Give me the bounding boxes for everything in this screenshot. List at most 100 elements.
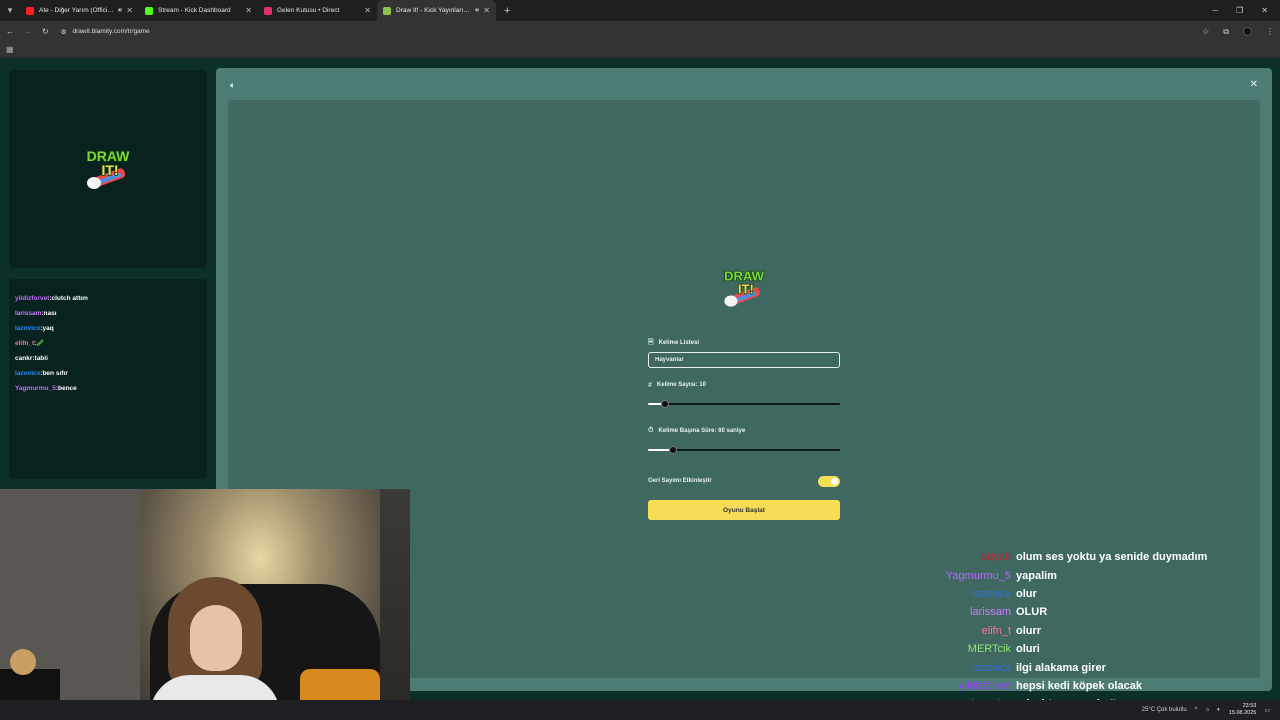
chat-message: lazovicx:yaq	[15, 325, 201, 340]
chat-username: cankr	[15, 355, 33, 362]
address-bar-actions: ☆ ⧉ ⋮	[1202, 27, 1274, 37]
chat-message: cankr:tabii	[15, 355, 201, 370]
url-text: drawit.blamity.com/tr/game	[72, 28, 150, 35]
overlay-chat-message: yildizforvet hepsi kedi köpek olacak	[900, 677, 1260, 695]
tab-list: Ate - Diğer Yarım (Official V 🔊︎ ✕ Stream -…	[20, 0, 496, 21]
browser-tab-strip: ▾ Ate - Diğer Yarım (Official V 🔊︎ ✕ Stream…	[0, 0, 1280, 21]
start-game-button[interactable]: Oyunu Başlat	[648, 500, 840, 520]
chat-message: Yagmurmu_5:bence	[15, 385, 201, 400]
overlay-chat-text: OLUR	[1016, 606, 1048, 619]
tab-label: Gelen Kutusu • Direct	[277, 7, 340, 14]
browser-menu-icon[interactable]: ⋮	[1266, 27, 1274, 36]
slider-thumb[interactable]	[661, 400, 670, 408]
slider-thumb[interactable]	[668, 446, 677, 454]
clock[interactable]: 23:53 15.08.2025	[1229, 703, 1257, 717]
word-count-slider[interactable]	[648, 400, 840, 408]
chat-message: lazovicx:ben sıfır	[15, 370, 201, 385]
document-icon: 🗎	[648, 338, 654, 346]
tab-close-icon[interactable]: ✕	[364, 6, 371, 15]
url-field[interactable]: ⚙ drawit.blamity.com/tr/game	[61, 28, 150, 36]
word-list-input[interactable]	[648, 352, 840, 368]
network-icon[interactable]: ⌂	[1206, 707, 1210, 713]
chat-message: yildizforvet:clutch attım	[15, 295, 201, 310]
overlay-chat-username: larissam	[970, 606, 1011, 619]
overlay-chat-message: elifn_t olurr	[900, 622, 1260, 640]
overlay-chat-message: lazovicx ilgi alakama girer	[900, 658, 1260, 676]
time-per-word-label-text: Kelime Başına Süre: 60 saniye	[658, 428, 746, 434]
overlay-chat-text: yapalim	[1016, 569, 1057, 582]
notifications-icon[interactable]: ▭	[1264, 707, 1270, 714]
chat-username: elifn_t	[15, 340, 35, 347]
overlay-chat-text: oluri	[1016, 643, 1040, 656]
bookmark-star-icon[interactable]: ☆	[1202, 27, 1209, 36]
countdown-toggle[interactable]	[818, 475, 840, 487]
timer-icon: ⏱︎	[648, 427, 654, 434]
apps-grid-icon[interactable]: ▦	[6, 45, 14, 54]
overlay-chat-text: olur	[1016, 587, 1037, 600]
overlay-chat-username: MERTcik	[967, 643, 1011, 656]
overlay-chat-message: odyah olum ses yoktu ya senide duymadım	[900, 548, 1260, 566]
time-per-word-label: ⏱︎ Kelime Başına Süre: 60 saniye	[648, 426, 840, 436]
sound-icon[interactable]: 🔈︎	[230, 80, 235, 91]
overlay-chat-message: larissam OLUR	[900, 603, 1260, 621]
forward-icon[interactable]: →	[24, 27, 32, 36]
chat-text: :nası	[41, 310, 57, 317]
browser-tab[interactable]: Stream - Kick Dashboard ✕	[139, 0, 258, 21]
browser-tab[interactable]: Draw It! - Kick Yayınları İçin 🔊︎ ✕	[377, 0, 496, 21]
logo-text-it: IT!	[101, 162, 118, 178]
overlay-chat-username: lazovicx	[971, 587, 1011, 600]
tab-close-icon[interactable]: ✕	[126, 6, 133, 15]
close-window-icon[interactable]: ✕	[1261, 6, 1268, 15]
chat-text: :🥒	[34, 340, 45, 347]
reload-icon[interactable]: ↻	[42, 27, 49, 36]
overlay-chat-text: olum ses yoktu ya senide duymadım	[1016, 551, 1208, 564]
chat-message: larissam:nası	[15, 310, 201, 325]
webcam-streamer	[150, 577, 280, 720]
stream-chat-overlay: odyah olum ses yoktu ya senide duymadım Ya…	[900, 548, 1260, 714]
close-icon[interactable]: ✕	[1250, 79, 1258, 90]
weather-widget[interactable]: 25°C Çok bulutlu	[1142, 707, 1187, 713]
address-bar: ← → ↻ ⚙ drawit.blamity.com/tr/game ☆ ⧉ ⋮	[0, 21, 1280, 42]
chat-text: :bence	[55, 385, 77, 392]
minimize-icon[interactable]: ─	[1212, 6, 1218, 15]
site-info-icon[interactable]: ⚙	[61, 28, 67, 36]
profile-avatar[interactable]	[1243, 27, 1252, 36]
browser-tab[interactable]: Ate - Diğer Yarım (Official V 🔊︎ ✕	[20, 0, 139, 21]
tab-audio-icon[interactable]: 🔊︎	[118, 7, 122, 15]
maximize-icon[interactable]: ❐	[1236, 6, 1243, 15]
tray-chevron-icon[interactable]: ^	[1195, 707, 1198, 713]
logo-text-it: IT!	[738, 282, 754, 297]
logo-panel: DRAW IT!	[9, 70, 207, 268]
toggle-knob	[831, 477, 838, 485]
chat-text: :yaq	[40, 325, 54, 332]
chat-username: lazovicx	[15, 325, 41, 332]
overlay-chat-username: lazovicx	[971, 661, 1011, 674]
extensions-icon[interactable]: ⧉	[1223, 27, 1229, 37]
volume-icon[interactable]: 🔈︎	[1217, 707, 1221, 714]
left-column: DRAW IT! yildizforvet:clutch attım lariss…	[9, 70, 207, 479]
countdown-row: Geri Sayımı Etkinleştir	[648, 474, 840, 488]
webcam-lamp	[10, 649, 36, 675]
tab-audio-icon[interactable]: 🔊︎	[475, 7, 479, 15]
chat-username: yildizforvet	[15, 295, 50, 302]
hash-icon: #	[648, 381, 652, 389]
overlay-chat-message: lazovicx olur	[900, 585, 1260, 603]
overlay-chat-text: hepsi kedi köpek olacak	[1016, 679, 1142, 692]
back-icon[interactable]: ←	[6, 27, 14, 36]
new-tab-button[interactable]: +	[496, 5, 518, 17]
clock-date: 15.08.2025	[1228, 710, 1257, 716]
time-per-word-slider[interactable]	[648, 446, 840, 454]
overlay-chat-text: olurr	[1016, 624, 1042, 637]
word-list-label-text: Kelime Listesi	[658, 340, 699, 346]
game-logo: DRAW IT!	[648, 260, 840, 316]
chat-text: :clutch attım	[49, 295, 88, 302]
tab-close-icon[interactable]: ✕	[245, 6, 252, 15]
tab-search-icon[interactable]: ▾	[0, 0, 20, 21]
browser-tab[interactable]: Gelen Kutusu • Direct ✕	[258, 0, 377, 21]
chat-text: :tabii	[32, 355, 48, 362]
overlay-chat-username: odyah	[981, 551, 1011, 564]
clock-time: 23:53	[1242, 703, 1257, 709]
tab-favicon-icon	[264, 6, 272, 15]
tab-label: Stream - Kick Dashboard	[158, 7, 231, 14]
tab-close-icon[interactable]: ✕	[483, 6, 490, 15]
